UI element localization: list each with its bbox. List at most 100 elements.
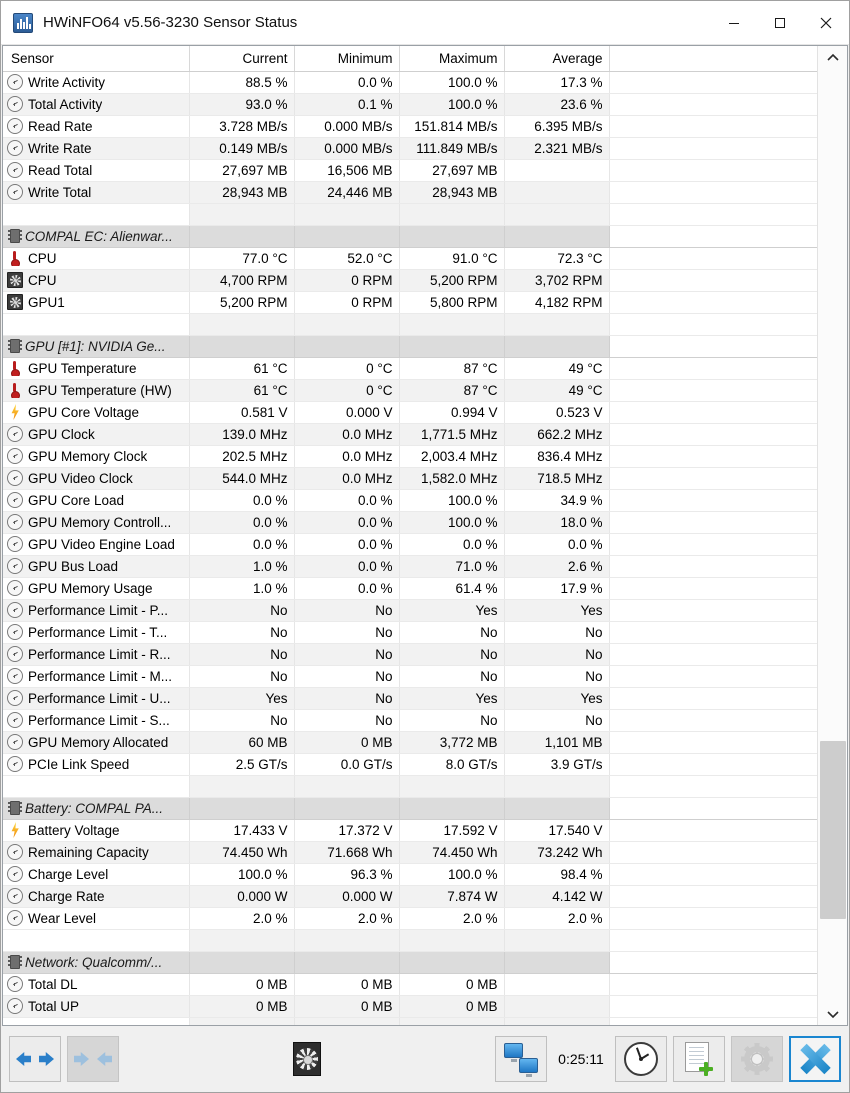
table-row[interactable]: Performance Limit - U... Yes No Yes Yes — [3, 687, 817, 710]
maximize-button[interactable] — [757, 1, 803, 44]
expand-all-button[interactable] — [9, 1036, 61, 1082]
sensor-label: Remaining Capacity — [28, 844, 149, 860]
sensor-average-cell — [504, 995, 610, 1018]
start-logging-button[interactable] — [673, 1036, 725, 1082]
table-row[interactable]: CPU 4,700 RPM 0 RPM 5,200 RPM 3,702 RPM — [3, 269, 817, 292]
section-header-row[interactable]: COMPAL EC: Alienwar... — [3, 225, 817, 248]
table-row[interactable]: Write Rate 0.149 MB/s 0.000 MB/s 111.849 MB… — [3, 137, 817, 160]
table-row[interactable]: Remaining Capacity 74.450 Wh 71.668 Wh 74.4… — [3, 841, 817, 864]
table-row[interactable]: GPU1 5,200 RPM 0 RPM 5,800 RPM 4,182 RPM — [3, 291, 817, 314]
sensor-minimum-cell: No — [294, 709, 400, 732]
sensor-name-cell: Performance Limit - U... — [3, 687, 190, 710]
sensor-name-cell: Write Activity — [3, 71, 190, 94]
sensor-minimum-cell: 0 MB — [294, 995, 400, 1018]
table-row[interactable]: Charge Level 100.0 % 96.3 % 100.0 % 98.4 % — [3, 863, 817, 886]
table-row[interactable]: GPU Video Engine Load 0.0 % 0.0 % 0.0 % 0.0 … — [3, 533, 817, 556]
section-header-row[interactable]: GPU [#1]: NVIDIA Ge... — [3, 335, 817, 358]
table-row[interactable]: Read Total 27,697 MB 16,506 MB 27,697 MB — [3, 159, 817, 182]
scrollbar-track[interactable] — [818, 68, 848, 1003]
sensor-average-cell: 34.9 % — [504, 489, 610, 512]
table-row[interactable]: GPU Memory Controll... 0.0 % 0.0 % 100.0 % 1… — [3, 511, 817, 534]
close-button[interactable] — [789, 1036, 841, 1082]
sensor-name-cell: Wear Level — [3, 907, 190, 930]
logging-interval-button[interactable] — [615, 1036, 667, 1082]
table-row[interactable]: Total DL 0 MB 0 MB 0 MB — [3, 973, 817, 996]
row-filler-cell — [609, 599, 817, 622]
sensor-name-cell: GPU Video Engine Load — [3, 533, 190, 556]
vertical-scrollbar[interactable] — [817, 46, 847, 1025]
table-row[interactable]: GPU Clock 139.0 MHz 0.0 MHz 1,771.5 MHz 662.… — [3, 423, 817, 446]
table-row[interactable]: GPU Memory Allocated 60 MB 0 MB 3,772 MB 1,1… — [3, 731, 817, 754]
sensor-minimum-cell: 2.0 % — [294, 907, 400, 930]
table-row[interactable]: Write Activity 88.5 % 0.0 % 100.0 % 17.3 % — [3, 71, 817, 94]
row-filler-cell — [609, 511, 817, 534]
table-row[interactable]: Performance Limit - R... No No No No — [3, 643, 817, 666]
sensor-label: GPU Memory Clock — [28, 448, 148, 464]
table-row[interactable]: CPU 77.0 °C 52.0 °C 91.0 °C 72.3 °C — [3, 247, 817, 270]
table-row[interactable]: GPU Core Voltage 0.581 V 0.000 V 0.994 V 0.5… — [3, 401, 817, 424]
sensor-label: CPU — [28, 272, 57, 288]
spacer-cell — [3, 313, 190, 336]
table-row[interactable]: Wear Level 2.0 % 2.0 % 2.0 % 2.0 % — [3, 907, 817, 930]
table-row[interactable]: PCIe Link Speed 2.5 GT/s 0.0 GT/s 8.0 GT/s 3… — [3, 753, 817, 776]
remote-monitoring-button[interactable] — [495, 1036, 547, 1082]
sensor-table-container[interactable]: Sensor Current Minimum Maximum Average W… — [3, 46, 817, 1025]
column-header-current[interactable]: Current — [189, 46, 295, 72]
sensor-average-cell: 0.523 V — [504, 401, 610, 424]
monitors-icon — [504, 1043, 538, 1077]
section-header-row[interactable]: Battery: COMPAL PA... — [3, 797, 817, 820]
table-row[interactable]: GPU Bus Load 1.0 % 0.0 % 71.0 % 2.6 % — [3, 555, 817, 578]
table-row[interactable]: GPU Temperature 61 °C 0 °C 87 °C 49 °C — [3, 357, 817, 380]
table-row[interactable]: Performance Limit - S... No No No No — [3, 709, 817, 732]
section-header-row[interactable]: Network: Qualcomm/... — [3, 951, 817, 974]
scroll-down-button[interactable] — [818, 1003, 848, 1025]
table-row[interactable]: Total UP 0 MB 0 MB 0 MB — [3, 995, 817, 1018]
minimize-button[interactable] — [711, 1, 757, 44]
sensor-average-cell: 0.0 % — [504, 533, 610, 556]
table-row[interactable]: GPU Core Load 0.0 % 0.0 % 100.0 % 34.9 % — [3, 489, 817, 512]
section-header-name: Network: Qualcomm/... — [3, 951, 190, 974]
row-filler-cell — [609, 357, 817, 380]
scroll-up-button[interactable] — [818, 46, 848, 68]
column-header-sensor[interactable]: Sensor — [3, 46, 190, 72]
sensor-current-cell: 28,943 MB — [189, 181, 295, 204]
table-row[interactable]: Performance Limit - M... No No No No — [3, 665, 817, 688]
sensor-minimum-cell: 24,446 MB — [294, 181, 400, 204]
gauge-icon — [7, 74, 23, 90]
table-row[interactable]: Total Activity 93.0 % 0.1 % 100.0 % 23.6 % — [3, 93, 817, 116]
table-row[interactable]: Battery Voltage 17.433 V 17.372 V 17.592 V1… — [3, 819, 817, 842]
section-empty-cell — [294, 225, 400, 248]
section-empty-cell — [189, 225, 295, 248]
row-filler-cell — [609, 291, 817, 314]
column-header-average[interactable]: Average — [504, 46, 610, 72]
table-row[interactable]: GPU Video Clock 544.0 MHz 0.0 MHz 1,582.0 M… — [3, 467, 817, 490]
temp-icon — [7, 382, 23, 398]
sensor-average-cell: 2.6 % — [504, 555, 610, 578]
sensor-current-cell: 61 °C — [189, 379, 295, 402]
table-row[interactable]: GPU Temperature (HW) 61 °C 0 °C 87 °C 49 °C — [3, 379, 817, 402]
sensor-average-cell: 2.0 % — [504, 907, 610, 930]
table-row[interactable]: Performance Limit - T... No No No No — [3, 621, 817, 644]
close-window-button[interactable] — [803, 1, 849, 44]
column-header-maximum[interactable]: Maximum — [399, 46, 505, 72]
sensor-maximum-cell: 0.0 % — [399, 533, 505, 556]
sensor-settings-button[interactable] — [731, 1036, 783, 1082]
table-row[interactable]: Write Total 28,943 MB 24,446 MB 28,943 MB — [3, 181, 817, 204]
column-header-minimum[interactable]: Minimum — [294, 46, 400, 72]
table-row[interactable]: Read Rate 3.728 MB/s 0.000 MB/s 151.814 MB/… — [3, 115, 817, 138]
table-row[interactable]: Performance Limit - P... No No Yes Yes — [3, 599, 817, 622]
table-row[interactable]: Charge Rate 0.000 W 0.000 W 7.874 W 4.142 W — [3, 885, 817, 908]
fan-control-button[interactable] — [281, 1036, 333, 1082]
row-filler-cell — [609, 973, 817, 996]
scrollbar-thumb[interactable] — [819, 741, 846, 919]
sensor-average-cell: 73.242 Wh — [504, 841, 610, 864]
table-row[interactable]: GPU Memory Clock 202.5 MHz 0.0 MHz 2,003.4 … — [3, 445, 817, 468]
table-row[interactable]: GPU Memory Usage 1.0 % 0.0 % 61.4 % 17.9 % — [3, 577, 817, 600]
section-label: Battery: COMPAL PA... — [25, 800, 164, 816]
section-empty-cell — [504, 225, 610, 248]
collapse-all-button[interactable] — [67, 1036, 119, 1082]
gauge-icon — [7, 184, 23, 200]
gear-icon — [741, 1043, 773, 1075]
sensor-minimum-cell: 96.3 % — [294, 863, 400, 886]
sensor-table: Sensor Current Minimum Maximum Average W… — [3, 46, 817, 1025]
